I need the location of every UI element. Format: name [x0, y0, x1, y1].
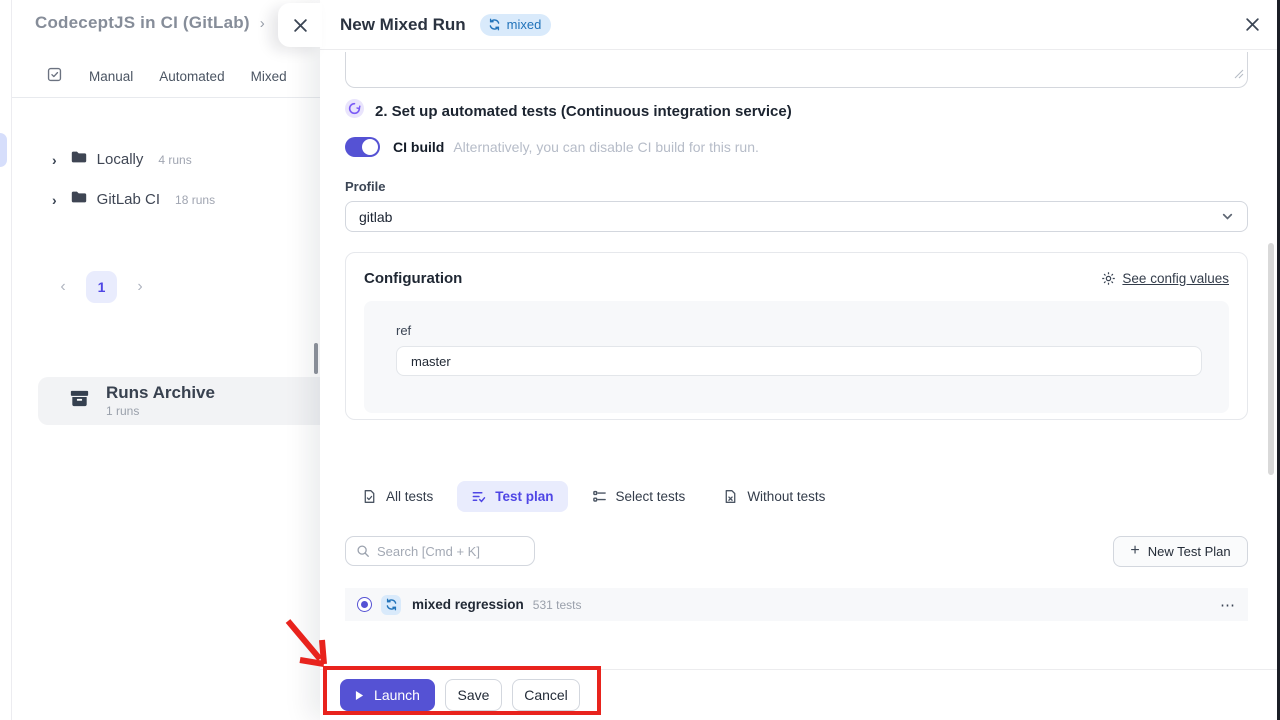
ci-build-toggle-row: CI build Alternatively, you can disable … — [345, 137, 759, 157]
tab-manual[interactable]: Manual — [89, 69, 133, 84]
tab-without-tests[interactable]: Without tests — [709, 481, 839, 512]
breadcrumb-chevron-icon: › — [260, 15, 265, 32]
ref-label: ref — [396, 323, 1197, 338]
new-test-plan-label: New Test Plan — [1148, 544, 1231, 559]
run-type-badge: mixed — [480, 14, 552, 36]
folder-icon — [70, 188, 88, 211]
checklist-lines-icon — [592, 489, 607, 504]
see-config-values-link[interactable]: See config values — [1101, 271, 1229, 286]
modal-close-button[interactable] — [1245, 17, 1260, 32]
ci-build-hint: Alternatively, you can disable CI build … — [453, 139, 759, 155]
modal-title: New Mixed Run — [340, 15, 466, 35]
automated-tests-section-heading: 2. Set up automated tests (Continuous in… — [345, 99, 792, 123]
section-heading-text: 2. Set up automated tests (Continuous in… — [375, 103, 792, 120]
modal-body: 2. Set up automated tests (Continuous in… — [320, 50, 1280, 669]
target-spiral-icon — [345, 99, 364, 123]
resize-grip-icon[interactable] — [1234, 66, 1244, 84]
plus-icon: + — [1130, 543, 1139, 559]
chevron-down-icon — [1221, 210, 1234, 223]
runs-sidebar: CodeceptJS in CI (GitLab) › Manual Automa… — [12, 0, 320, 720]
tab-label: All tests — [386, 489, 433, 504]
checklist-icon[interactable] — [46, 66, 63, 86]
test-selection-tabs: All tests Test plan Select tests Without… — [348, 481, 839, 512]
tab-automated[interactable]: Automated — [159, 69, 224, 84]
close-icon — [1245, 17, 1260, 32]
project-title-text: CodeceptJS in CI (GitLab) — [35, 13, 250, 32]
modal-footer: Launch Save Cancel — [340, 679, 580, 711]
expand-chevron-icon[interactable]: › — [52, 152, 57, 168]
tab-label: Test plan — [495, 489, 553, 504]
launch-button[interactable]: Launch — [340, 679, 435, 711]
close-icon — [293, 18, 308, 33]
folder-name: Locally — [97, 151, 144, 168]
page-number-1[interactable]: 1 — [86, 271, 117, 303]
expand-chevron-icon[interactable]: › — [52, 192, 57, 208]
archive-box-icon — [68, 387, 91, 415]
mixed-sync-icon — [381, 595, 401, 615]
ci-build-toggle[interactable] — [345, 137, 380, 157]
tab-label: Select tests — [616, 489, 686, 504]
runs-archive-item[interactable]: Runs Archive 1 runs — [38, 377, 330, 425]
list-check-icon — [471, 489, 486, 504]
project-title[interactable]: CodeceptJS in CI (GitLab) › — [35, 13, 265, 33]
play-icon — [355, 690, 364, 701]
document-x-icon — [723, 489, 738, 504]
plan-name: mixed regression — [412, 597, 524, 612]
launch-label: Launch — [374, 687, 420, 703]
tab-mixed[interactable]: Mixed — [251, 69, 287, 84]
test-plan-search[interactable] — [345, 536, 535, 566]
config-values-panel: ref — [364, 301, 1229, 413]
folder-row-gitlab-ci[interactable]: › GitLab CI 18 runs — [52, 188, 215, 211]
folder-row-locally[interactable]: › Locally 4 runs — [52, 148, 192, 171]
test-plan-row[interactable]: mixed regression 531 tests ⋯ — [345, 588, 1248, 621]
document-check-icon — [362, 489, 377, 504]
page-next-button[interactable]: › — [131, 278, 149, 296]
configuration-card: Configuration See config values ref — [345, 252, 1248, 420]
tab-test-plan[interactable]: Test plan — [457, 481, 567, 512]
footer-divider — [320, 669, 1280, 670]
new-mixed-run-modal: New Mixed Run mixed 2. Set up automated … — [320, 0, 1280, 720]
folder-run-count: 18 runs — [175, 193, 215, 207]
plan-test-count: 531 tests — [533, 598, 582, 612]
configuration-title: Configuration — [364, 270, 462, 287]
row-menu-button[interactable]: ⋯ — [1220, 596, 1236, 614]
gear-icon — [1101, 271, 1116, 286]
profile-selected-value: gitlab — [359, 209, 392, 225]
cancel-button[interactable]: Cancel — [512, 679, 580, 711]
tabs-divider — [12, 97, 320, 98]
run-type-tabs: Manual Automated Mixed — [46, 66, 287, 86]
rail-active-indicator[interactable] — [0, 133, 7, 167]
plan-radio-selected[interactable] — [357, 597, 372, 612]
ci-build-label: CI build — [393, 139, 444, 155]
tab-all-tests[interactable]: All tests — [348, 481, 447, 512]
see-config-values-text: See config values — [1122, 271, 1229, 286]
archive-title: Runs Archive — [106, 384, 215, 402]
new-test-plan-button[interactable]: + New Test Plan — [1113, 536, 1248, 567]
profile-select[interactable]: gitlab — [345, 201, 1248, 232]
tab-select-tests[interactable]: Select tests — [578, 481, 700, 512]
badge-label: mixed — [507, 17, 542, 32]
search-input[interactable] — [377, 544, 517, 559]
sync-icon — [488, 18, 501, 31]
modal-scrollbar-thumb[interactable] — [1268, 243, 1274, 475]
archive-run-count: 1 runs — [106, 404, 215, 418]
app-nav-rail — [0, 0, 12, 720]
search-icon — [356, 544, 370, 558]
ref-input[interactable] — [396, 346, 1202, 376]
folder-icon — [70, 148, 88, 171]
folder-name: GitLab CI — [97, 191, 160, 208]
profile-label: Profile — [345, 179, 385, 194]
tab-label: Without tests — [747, 489, 825, 504]
folder-run-count: 4 runs — [158, 153, 191, 167]
toggle-knob — [362, 139, 378, 155]
modal-header: New Mixed Run mixed — [320, 0, 1280, 50]
pagination: ‹ 1 › — [54, 271, 149, 303]
save-button[interactable]: Save — [445, 679, 502, 711]
run-title-textarea[interactable] — [345, 52, 1248, 88]
sidebar-scrollbar-thumb[interactable] — [314, 343, 318, 374]
page-prev-button[interactable]: ‹ — [54, 278, 72, 296]
drawer-close-button[interactable] — [278, 3, 322, 47]
